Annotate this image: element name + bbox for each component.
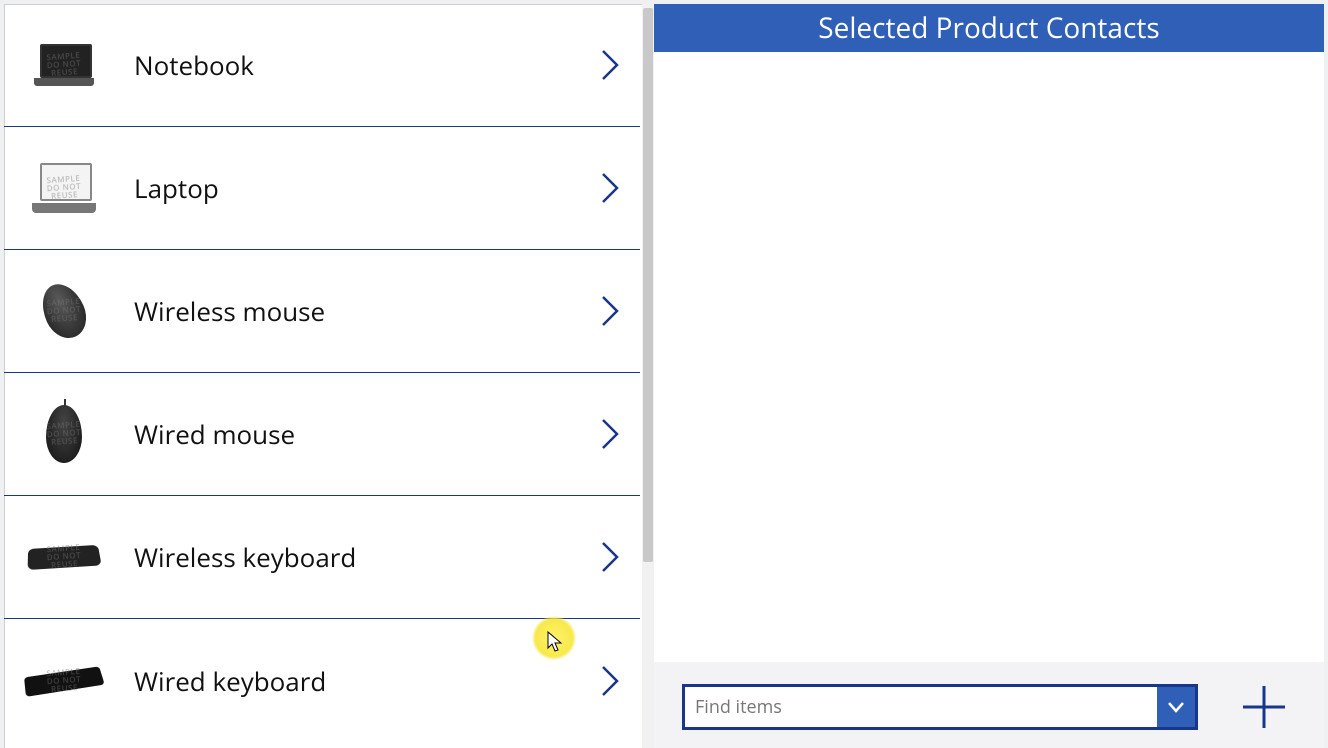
product-row-wired-keyboard[interactable]: SAMPLE DO NOT REUSE Wired keyboard xyxy=(4,619,640,742)
wired-keyboard-icon: SAMPLE DO NOT REUSE xyxy=(24,646,104,716)
product-row-wireless-keyboard[interactable]: SAMPLE DO NOT REUSE Wireless keyboard xyxy=(4,496,640,619)
product-list: SAMPLE DO NOT REUSE Notebook SAMPLE DO N… xyxy=(4,4,640,748)
app-root: SAMPLE DO NOT REUSE Notebook SAMPLE DO N… xyxy=(0,0,1328,748)
product-label: Wired mouse xyxy=(134,416,600,452)
product-label: Laptop xyxy=(134,170,600,206)
chevron-right-icon xyxy=(600,294,620,328)
chevron-right-icon xyxy=(600,417,620,451)
contacts-body xyxy=(654,52,1324,748)
scrollbar-vertical[interactable] xyxy=(642,4,654,748)
find-items-combobox[interactable] xyxy=(682,684,1198,730)
wireless-keyboard-icon: SAMPLE DO NOT REUSE xyxy=(24,522,104,592)
add-button[interactable] xyxy=(1238,681,1290,733)
product-label: Wireless keyboard xyxy=(134,539,600,575)
product-row-wired-mouse[interactable]: SAMPLE DO NOT REUSE Wired mouse xyxy=(4,373,640,496)
notebook-icon: SAMPLE DO NOT REUSE xyxy=(24,30,104,100)
contacts-panel: Selected Product Contacts xyxy=(654,4,1324,748)
product-label: Wireless mouse xyxy=(134,293,600,329)
contacts-header-title: Selected Product Contacts xyxy=(818,9,1159,47)
product-row-laptop[interactable]: SAMPLE DO NOT REUSE Laptop xyxy=(4,127,640,250)
chevron-right-icon xyxy=(600,664,620,698)
product-list-panel: SAMPLE DO NOT REUSE Notebook SAMPLE DO N… xyxy=(4,4,654,748)
contacts-header: Selected Product Contacts xyxy=(654,4,1324,52)
product-label: Wired keyboard xyxy=(134,663,600,699)
product-row-notebook[interactable]: SAMPLE DO NOT REUSE Notebook xyxy=(4,4,640,127)
chevron-right-icon xyxy=(600,540,620,574)
laptop-icon: SAMPLE DO NOT REUSE xyxy=(24,153,104,223)
wired-mouse-icon: SAMPLE DO NOT REUSE xyxy=(24,399,104,469)
find-items-input[interactable] xyxy=(685,687,1157,727)
product-row-wireless-mouse[interactable]: SAMPLE DO NOT REUSE Wireless mouse xyxy=(4,250,640,373)
chevron-right-icon xyxy=(600,48,620,82)
contacts-footer xyxy=(654,662,1324,748)
scrollbar-thumb[interactable] xyxy=(643,8,653,562)
product-label: Notebook xyxy=(134,47,600,83)
dropdown-toggle[interactable] xyxy=(1157,687,1195,727)
chevron-right-icon xyxy=(600,171,620,205)
wireless-mouse-icon: SAMPLE DO NOT REUSE xyxy=(24,276,104,346)
